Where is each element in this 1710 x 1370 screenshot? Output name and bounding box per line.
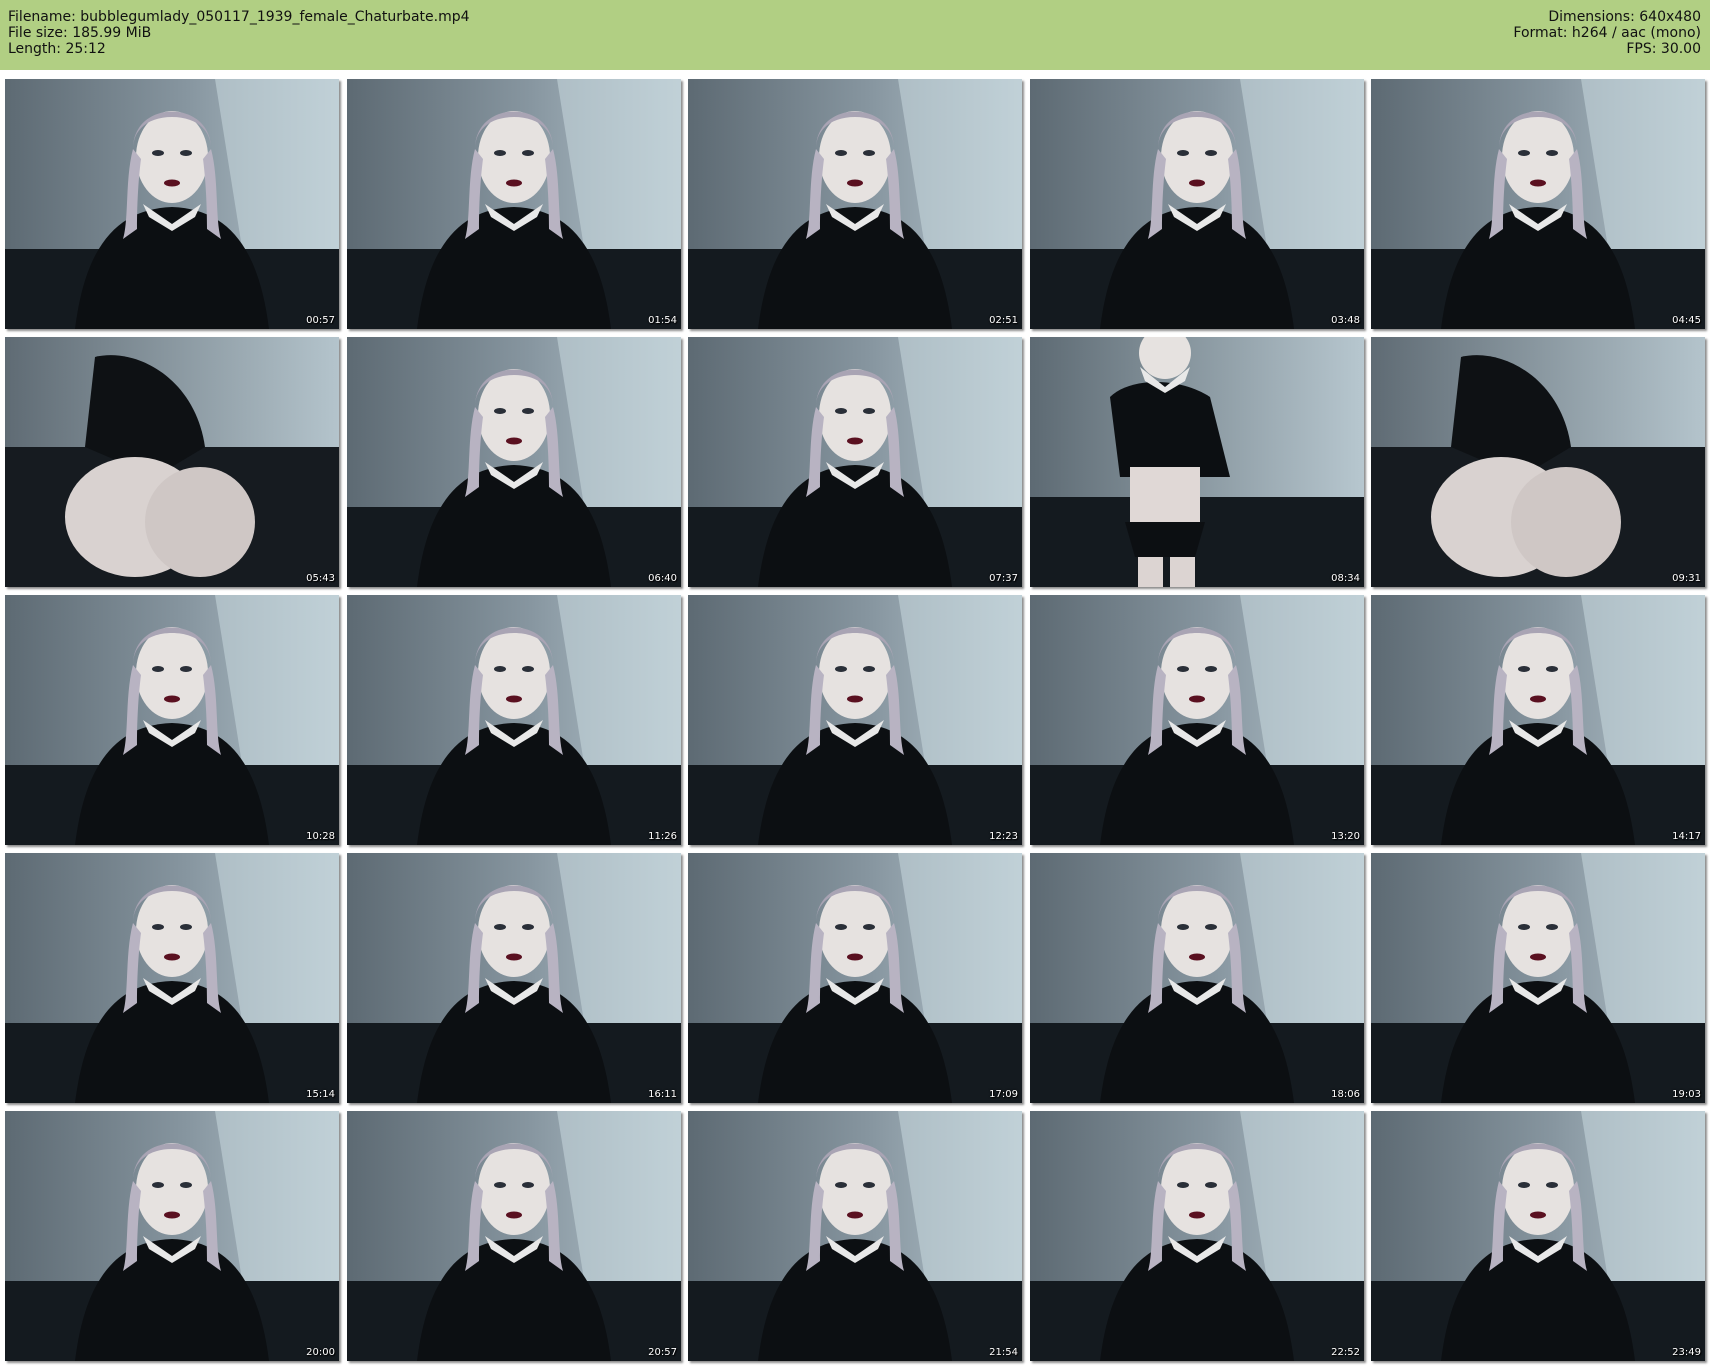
thumbnail-frame: 05:43 (5, 337, 339, 587)
thumbnail-timestamp: 06:40 (648, 573, 677, 584)
thumbnail-image (1030, 1111, 1364, 1361)
fps-line: FPS: 30.00 (1626, 41, 1701, 57)
thumbnail-timestamp: 17:09 (989, 1089, 1018, 1100)
filesize-line: File size: 185.99 MiB (8, 25, 152, 41)
thumbnail-frame: 14:17 (1371, 595, 1705, 845)
thumbnail-timestamp: 15:14 (306, 1089, 335, 1100)
thumbnail-image (688, 853, 1022, 1103)
thumbnail-timestamp: 22:52 (1331, 1347, 1360, 1358)
thumbnail-image (5, 1111, 339, 1361)
thumbnail-frame: 13:20 (1030, 595, 1364, 845)
thumbnail-image (5, 337, 339, 587)
thumbnail-frame: 15:14 (5, 853, 339, 1103)
thumbnail-image (347, 853, 681, 1103)
thumbnail-image (1371, 853, 1705, 1103)
thumbnail-image (688, 337, 1022, 587)
thumbnail-frame: 10:28 (5, 595, 339, 845)
thumbnail-image (5, 853, 339, 1103)
thumbnail-frame: 00:57 (5, 79, 339, 329)
thumbnail-image (1030, 595, 1364, 845)
thumbnail-image (1030, 853, 1364, 1103)
thumbnail-frame: 08:34 (1030, 337, 1364, 587)
thumbnail-frame: 07:37 (688, 337, 1022, 587)
thumbnail-image (688, 79, 1022, 329)
thumbnail-frame: 20:00 (5, 1111, 339, 1361)
thumbnail-timestamp: 19:03 (1672, 1089, 1701, 1100)
thumbnail-frame: 19:03 (1371, 853, 1705, 1103)
thumbnail-timestamp: 02:51 (989, 315, 1018, 326)
thumbnail-image (1371, 1111, 1705, 1361)
thumbnail-image (688, 1111, 1022, 1361)
thumbnail-frame: 02:51 (688, 79, 1022, 329)
thumbnail-timestamp: 00:57 (306, 315, 335, 326)
thumbnail-image (5, 79, 339, 329)
thumbnail-timestamp: 04:45 (1672, 315, 1701, 326)
thumbnail-image (347, 1111, 681, 1361)
thumbnail-timestamp: 20:57 (648, 1347, 677, 1358)
thumbnail-timestamp: 03:48 (1331, 315, 1360, 326)
thumbnail-image (1371, 595, 1705, 845)
thumbnail-timestamp: 07:37 (989, 573, 1018, 584)
thumbnail-timestamp: 23:49 (1672, 1347, 1701, 1358)
thumbnail-frame: 16:11 (347, 853, 681, 1103)
thumbnail-frame: 23:49 (1371, 1111, 1705, 1361)
thumbnail-image (1030, 337, 1364, 587)
thumbnail-frame: 22:52 (1030, 1111, 1364, 1361)
thumbnail-image (688, 595, 1022, 845)
video-info: Dimensions: 640x480 Format: h264 / aac (… (1513, 9, 1701, 57)
thumbnail-timestamp: 10:28 (306, 831, 335, 842)
thumbnail-frame: 03:48 (1030, 79, 1364, 329)
thumbnail-frame: 21:54 (688, 1111, 1022, 1361)
thumbnail-image (1371, 337, 1705, 587)
thumbnail-timestamp: 08:34 (1331, 573, 1360, 584)
thumbnail-image (5, 595, 339, 845)
thumbnail-frame: 12:23 (688, 595, 1022, 845)
thumbnail-frame: 04:45 (1371, 79, 1705, 329)
thumbnail-frame: 01:54 (347, 79, 681, 329)
thumbnail-timestamp: 14:17 (1672, 831, 1701, 842)
file-info: Filename: bubblegumlady_050117_1939_fema… (8, 9, 470, 57)
thumbnail-timestamp: 21:54 (989, 1347, 1018, 1358)
thumbnail-frame: 06:40 (347, 337, 681, 587)
filename-line: Filename: bubblegumlady_050117_1939_fema… (8, 9, 470, 25)
thumbnail-timestamp: 11:26 (648, 831, 677, 842)
thumbnail-frame: 09:31 (1371, 337, 1705, 587)
thumbnail-image (347, 595, 681, 845)
thumbnail-image (1371, 79, 1705, 329)
thumbnail-timestamp: 13:20 (1331, 831, 1360, 842)
thumbnail-image (347, 79, 681, 329)
thumbnail-frame: 17:09 (688, 853, 1022, 1103)
thumbnail-frame: 20:57 (347, 1111, 681, 1361)
thumbnail-grid: 00:57 01:54 02:51 03:48 04:45 05:43 06:40 07:37… (5, 79, 1708, 1369)
format-line: Format: h264 / aac (mono) (1513, 25, 1701, 41)
thumbnail-timestamp: 09:31 (1672, 573, 1701, 584)
contact-sheet-header: Filename: bubblegumlady_050117_1939_fema… (0, 0, 1710, 70)
dimensions-line: Dimensions: 640x480 (1548, 9, 1701, 25)
thumbnail-image (1030, 79, 1364, 329)
thumbnail-image (347, 337, 681, 587)
thumbnail-frame: 11:26 (347, 595, 681, 845)
thumbnail-timestamp: 05:43 (306, 573, 335, 584)
length-line: Length: 25:12 (8, 41, 106, 57)
thumbnail-timestamp: 01:54 (648, 315, 677, 326)
thumbnail-timestamp: 12:23 (989, 831, 1018, 842)
thumbnail-timestamp: 18:06 (1331, 1089, 1360, 1100)
thumbnail-timestamp: 20:00 (306, 1347, 335, 1358)
thumbnail-timestamp: 16:11 (648, 1089, 677, 1100)
thumbnail-frame: 18:06 (1030, 853, 1364, 1103)
